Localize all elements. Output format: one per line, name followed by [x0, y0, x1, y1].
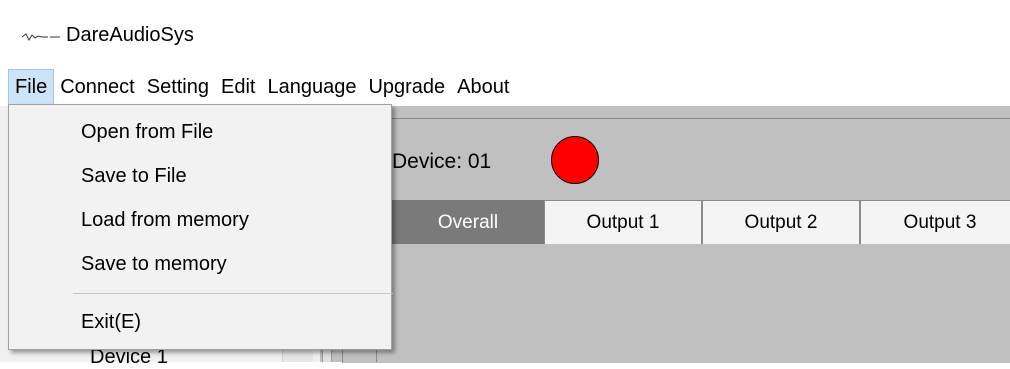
menu-connect[interactable]: Connect — [54, 69, 141, 105]
menu-language[interactable]: Language — [261, 69, 362, 105]
tab-bar: Overall Output 1 Output 2 Output 3 — [392, 200, 1010, 244]
menu-file[interactable]: File — [8, 69, 55, 105]
app-waveform-icon — [22, 33, 60, 42]
menu-item-open-from-file[interactable]: Open from File — [81, 121, 213, 144]
menu-item-save-to-memory[interactable]: Save to memory — [81, 253, 227, 276]
menu-separator — [73, 293, 393, 294]
menu-setting[interactable]: Setting — [141, 69, 215, 105]
connection-status-indicator — [551, 136, 599, 184]
menu-about[interactable]: About — [451, 69, 515, 105]
file-menu-dropdown: Open from File Save to File Load from me… — [8, 104, 393, 350]
menu-item-exit[interactable]: Exit(E) — [81, 311, 141, 334]
device-label: Device: 01 — [392, 150, 492, 173]
tab-output-3[interactable]: Output 3 — [860, 200, 1010, 244]
tab-output-2[interactable]: Output 2 — [702, 200, 860, 244]
title-bar: DareAudioSys — [0, 0, 1010, 68]
menu-item-load-from-memory[interactable]: Load from memory — [81, 209, 249, 232]
menu-bar: File Connect Setting Edit Language Upgra… — [0, 68, 1010, 106]
menu-edit[interactable]: Edit — [215, 69, 261, 105]
menu-item-save-to-file[interactable]: Save to File — [81, 165, 187, 188]
tab-overall[interactable]: Overall — [392, 200, 544, 244]
menu-upgrade[interactable]: Upgrade — [362, 69, 451, 105]
tab-output-1[interactable]: Output 1 — [544, 200, 702, 244]
window-title: DareAudioSys — [66, 24, 194, 46]
tab-content-area — [376, 234, 1010, 362]
